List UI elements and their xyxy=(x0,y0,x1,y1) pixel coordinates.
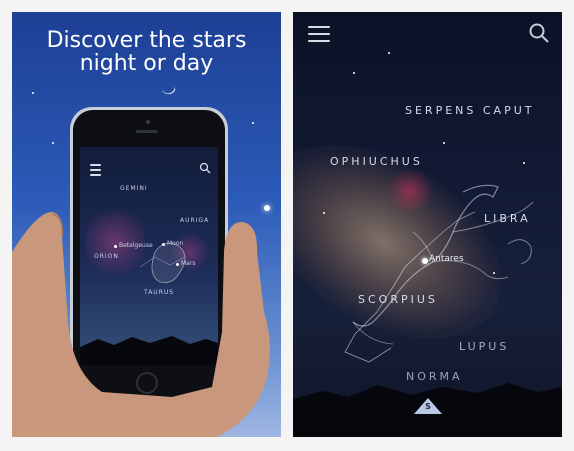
sky-view-panel: SERPENS CAPUT OPHIUCHUS LIBRA SCORPIUS L… xyxy=(293,12,562,437)
phone-speaker xyxy=(136,130,158,133)
constellation-label: GEMINI xyxy=(120,185,148,192)
star xyxy=(32,92,34,94)
headline-line-1: Discover the stars xyxy=(46,28,247,53)
star xyxy=(388,52,390,54)
promo-panel: Discover the stars night or day GEMINI A… xyxy=(12,12,281,437)
phone-camera xyxy=(146,120,150,124)
search-icon[interactable] xyxy=(199,162,211,174)
star xyxy=(353,72,355,74)
star xyxy=(323,212,325,214)
star xyxy=(443,142,445,144)
moon xyxy=(159,82,177,96)
star xyxy=(523,162,525,164)
star-label-antares: Antares xyxy=(429,254,464,264)
star xyxy=(52,142,54,144)
menu-icon[interactable] xyxy=(90,164,101,179)
star xyxy=(493,272,495,274)
star xyxy=(252,122,254,124)
hand xyxy=(12,212,270,437)
constellation-lines xyxy=(344,211,476,363)
headline-line-2: night or day xyxy=(79,51,214,76)
star-antares-dot xyxy=(422,258,428,264)
compass-south-button[interactable]: S xyxy=(414,398,442,414)
compass-label: S xyxy=(425,402,431,411)
